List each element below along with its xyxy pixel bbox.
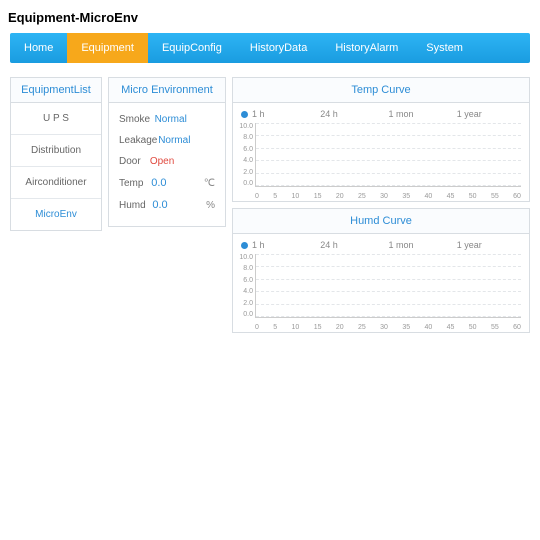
env-label: Humd [119, 200, 146, 211]
sidebar-item-distribution[interactable]: Distribution [11, 135, 101, 167]
range-24h[interactable]: 24 h [320, 240, 384, 250]
x-axis-ticks: 051015202530354045505560 [255, 324, 521, 331]
nav-historydata[interactable]: HistoryData [236, 33, 321, 63]
nav-system[interactable]: System [412, 33, 477, 63]
env-value: Open [150, 156, 190, 167]
sidebar-item-airconditioner[interactable]: Airconditioner [11, 167, 101, 199]
temp-range-selector: 1 h 24 h 1 mon 1 year [233, 103, 529, 121]
env-value: 0.0 [151, 177, 191, 189]
range-1year[interactable]: 1 year [457, 240, 521, 250]
nav-equipconfig[interactable]: EquipConfig [148, 33, 236, 63]
humd-curve-panel: Humd Curve 1 h 24 h 1 mon 1 year 10.08.0… [232, 208, 530, 333]
nav-equipment[interactable]: Equipment [67, 33, 148, 63]
env-label: Leakage [119, 135, 157, 146]
range-1mon[interactable]: 1 mon [389, 240, 453, 250]
nav-historyalarm[interactable]: HistoryAlarm [321, 33, 412, 63]
env-label: Door [119, 156, 141, 167]
y-axis-ticks: 10.08.06.04.02.00.0 [235, 254, 253, 318]
sidebar-item-ups[interactable]: U P S [11, 103, 101, 135]
env-value: Normal [155, 114, 195, 125]
temp-chart: 10.08.06.04.02.00.0 05101520253035404550… [233, 121, 529, 201]
equipment-list-header: EquipmentList [11, 78, 101, 103]
env-row-temp: Temp 0.0 ℃ [117, 172, 217, 194]
range-1h[interactable]: 1 h [252, 240, 316, 250]
x-axis-ticks: 051015202530354045505560 [255, 193, 521, 200]
humd-chart: 10.08.06.04.02.00.0 05101520253035404550… [233, 252, 529, 332]
env-value: 0.0 [152, 199, 192, 211]
nav-home[interactable]: Home [10, 33, 67, 63]
range-1year[interactable]: 1 year [457, 109, 521, 119]
range-1mon[interactable]: 1 mon [389, 109, 453, 119]
humd-range-selector: 1 h 24 h 1 mon 1 year [233, 234, 529, 252]
page-title: Equipment-MicroEnv [0, 0, 540, 33]
env-unit: % [199, 200, 215, 211]
micro-env-panel: Micro Environment Smoke Normal Leakage N… [108, 77, 226, 227]
env-row-door: Door Open [117, 151, 217, 172]
humd-curve-header: Humd Curve [233, 209, 529, 234]
y-axis-ticks: 10.08.06.04.02.00.0 [235, 123, 253, 187]
env-label: Temp [119, 178, 143, 189]
env-label: Smoke [119, 114, 150, 125]
series-dot-icon [241, 242, 248, 249]
micro-env-header: Micro Environment [109, 78, 225, 103]
env-row-smoke: Smoke Normal [117, 109, 217, 130]
temp-curve-panel: Temp Curve 1 h 24 h 1 mon 1 year 10.08.0… [232, 77, 530, 202]
sidebar-item-microenv[interactable]: MicroEnv [11, 199, 101, 230]
range-1h[interactable]: 1 h [252, 109, 316, 119]
main-nav: Home Equipment EquipConfig HistoryData H… [10, 33, 530, 63]
range-24h[interactable]: 24 h [320, 109, 384, 119]
env-unit: ℃ [199, 178, 215, 189]
series-dot-icon [241, 111, 248, 118]
env-value: Normal [158, 135, 198, 146]
env-row-humd: Humd 0.0 % [117, 194, 217, 216]
temp-curve-header: Temp Curve [233, 78, 529, 103]
env-row-leakage: Leakage Normal [117, 130, 217, 151]
equipment-list-panel: EquipmentList U P S Distribution Aircond… [10, 77, 102, 231]
